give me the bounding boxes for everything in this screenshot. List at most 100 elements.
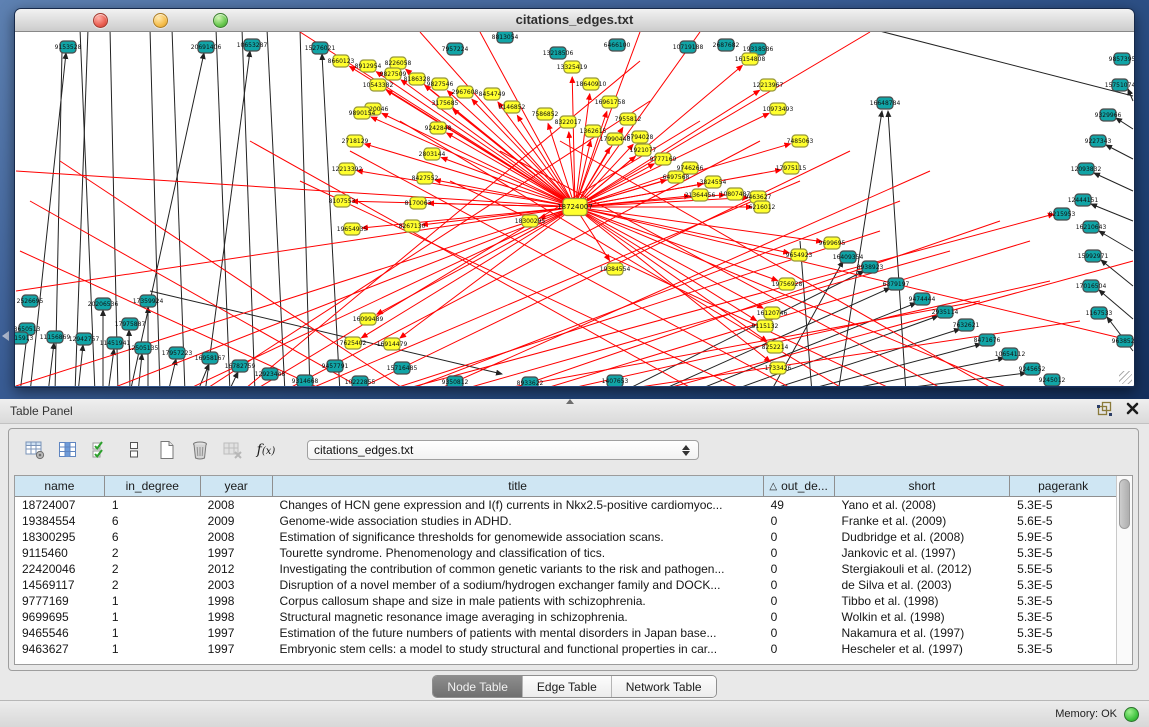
table-cell[interactable]: 2008 xyxy=(201,498,273,512)
table-cell[interactable]: Dudbridge et al. (2008) xyxy=(835,530,1011,544)
table-cell[interactable]: 2 xyxy=(105,562,201,576)
table-cell[interactable]: 5.9E-5 xyxy=(1010,530,1116,544)
table-cell[interactable]: 2012 xyxy=(201,562,273,576)
table-cell[interactable]: Embryonic stem cells: a model to study s… xyxy=(273,642,764,656)
table-row[interactable]: 1938455462009Genome-wide association stu… xyxy=(15,513,1116,529)
float-window-icon[interactable] xyxy=(1097,401,1112,421)
table-row[interactable]: 1872400712008Changes of HCN gene express… xyxy=(15,497,1116,513)
table-cell[interactable]: 1 xyxy=(105,594,201,608)
table-row[interactable]: 1456911722003Disruption of a novel membe… xyxy=(15,577,1116,593)
network-edge[interactable] xyxy=(1094,173,1133,191)
network-edge[interactable] xyxy=(168,359,176,386)
table-row[interactable]: 911546021997Tourette syndrome. Phenomeno… xyxy=(15,545,1116,561)
table-cell[interactable]: Structural magnetic resonance image aver… xyxy=(273,610,764,624)
table-cell[interactable]: 0 xyxy=(764,594,835,608)
network-edge[interactable] xyxy=(575,207,757,321)
table-cell[interactable]: Jankovic et al. (1997) xyxy=(835,546,1011,560)
table-cell[interactable]: 0 xyxy=(764,642,835,656)
table-cell[interactable]: 1997 xyxy=(201,642,273,656)
table-cell[interactable]: 1997 xyxy=(201,626,273,640)
network-edge[interactable] xyxy=(240,61,640,386)
network-edge[interactable] xyxy=(130,53,204,386)
vertical-scrollbar[interactable] xyxy=(1116,476,1132,664)
table-cell[interactable]: 22420046 xyxy=(15,562,105,576)
select-columns-button[interactable] xyxy=(87,436,115,464)
network-canvas[interactable]: 9153528206914061065328715276021881305479… xyxy=(15,32,1134,386)
table-cell[interactable]: 1998 xyxy=(201,610,273,624)
table-cell[interactable]: 5.3E-5 xyxy=(1010,578,1116,592)
table-cell[interactable]: de Silva et al. (2003) xyxy=(835,578,1011,592)
table-cell[interactable]: 5.3E-5 xyxy=(1010,610,1116,624)
network-edge[interactable] xyxy=(1099,231,1133,251)
network-edge[interactable] xyxy=(150,32,160,386)
table-cell[interactable]: 0 xyxy=(764,578,835,592)
function-builder-button[interactable]: f(x) xyxy=(252,436,280,464)
network-edge[interactable] xyxy=(860,32,1133,96)
create-column-button[interactable] xyxy=(153,436,181,464)
table-cell[interactable]: Corpus callosum shape and size in male p… xyxy=(273,594,764,608)
table-mode-button[interactable] xyxy=(21,436,49,464)
network-edge[interactable] xyxy=(865,373,1026,386)
table-selector-dropdown[interactable]: citations_edges.txt xyxy=(307,440,699,460)
network-window-titlebar[interactable]: citations_edges.txt xyxy=(15,9,1134,32)
table-row[interactable]: 969969511998Structural magnetic resonanc… xyxy=(15,609,1116,625)
table-cell[interactable]: 9115460 xyxy=(15,546,105,560)
table-row[interactable]: 1830029562008Estimation of significance … xyxy=(15,529,1116,545)
panel-collapse-arrow[interactable] xyxy=(2,331,9,341)
table-cell[interactable]: 18724007 xyxy=(15,498,105,512)
table-cell[interactable]: 9777169 xyxy=(15,594,105,608)
table-cell[interactable]: 5.6E-5 xyxy=(1010,514,1116,528)
network-edge[interactable] xyxy=(267,32,285,386)
table-cell[interactable]: Nakamura et al. (1997) xyxy=(835,626,1011,640)
network-graph[interactable]: 9153528206914061065328715276021881305479… xyxy=(15,32,1134,386)
table-cell[interactable]: 2 xyxy=(105,546,201,560)
table-row[interactable]: 977716911998Corpus callosum shape and si… xyxy=(15,593,1116,609)
scrollbar-thumb[interactable] xyxy=(1119,479,1130,529)
network-edge[interactable] xyxy=(216,32,230,386)
table-cell[interactable]: Hescheler et al. (1997) xyxy=(835,642,1011,656)
network-edge[interactable] xyxy=(16,207,575,291)
table-row[interactable]: 946362711997Embryonic stem cells: a mode… xyxy=(15,641,1116,657)
column-header-out_de[interactable]: △out_de... xyxy=(764,476,835,496)
tab-edge-table[interactable]: Edge Table xyxy=(523,676,612,697)
network-edge[interactable] xyxy=(16,207,575,386)
network-edge[interactable] xyxy=(430,171,930,386)
table-cell[interactable]: 9463627 xyxy=(15,642,105,656)
column-header-title[interactable]: title xyxy=(273,476,764,496)
table-cell[interactable]: Investigating the contribution of common… xyxy=(273,562,764,576)
column-header-year[interactable]: year xyxy=(201,476,273,496)
table-cell[interactable]: 1997 xyxy=(201,546,273,560)
table-row[interactable]: 946554611997Estimation of the future num… xyxy=(15,625,1116,641)
table-cell[interactable]: 9699695 xyxy=(15,610,105,624)
table-cell[interactable]: Estimation of the future numbers of pati… xyxy=(273,626,764,640)
network-edge[interactable] xyxy=(1091,204,1133,221)
table-cell[interactable]: 0 xyxy=(764,546,835,560)
table-cell[interactable]: 0 xyxy=(764,530,835,544)
window-resize-grip[interactable] xyxy=(1119,371,1132,384)
table-cell[interactable]: 0 xyxy=(764,610,835,624)
table-cell[interactable]: 9465546 xyxy=(15,626,105,640)
network-edge[interactable] xyxy=(129,330,130,386)
network-edge[interactable] xyxy=(48,343,54,386)
network-edge[interactable] xyxy=(371,117,575,207)
network-edge[interactable] xyxy=(1106,145,1133,159)
network-edge[interactable] xyxy=(362,207,575,338)
table-cell[interactable]: Tibbo et al. (1998) xyxy=(835,594,1011,608)
table-cell[interactable]: Tourette syndrome. Phenomenology and cla… xyxy=(273,546,764,560)
splitter-handle[interactable] xyxy=(566,399,574,404)
delete-columns-button[interactable] xyxy=(186,436,214,464)
table-cell[interactable]: Estimation of significance thresholds fo… xyxy=(273,530,764,544)
table-cell[interactable]: 0 xyxy=(764,514,835,528)
table-row[interactable]: 2242004622012Investigating the contribut… xyxy=(15,561,1116,577)
table-cell[interactable]: 5.3E-5 xyxy=(1010,626,1116,640)
table-cell[interactable]: 6 xyxy=(105,514,201,528)
column-header-in_degree[interactable]: in_degree xyxy=(105,476,201,496)
table-cell[interactable]: Wolkin et al. (1998) xyxy=(835,610,1011,624)
table-cell[interactable]: 6 xyxy=(105,530,201,544)
close-panel-icon[interactable] xyxy=(1126,402,1139,420)
network-edge[interactable] xyxy=(1116,118,1133,129)
table-cell[interactable]: Disruption of a novel member of a sodium… xyxy=(273,578,764,592)
table-cell[interactable]: Stergiakouli et al. (2012) xyxy=(835,562,1011,576)
network-edge[interactable] xyxy=(250,121,700,386)
network-edge[interactable] xyxy=(357,171,575,207)
